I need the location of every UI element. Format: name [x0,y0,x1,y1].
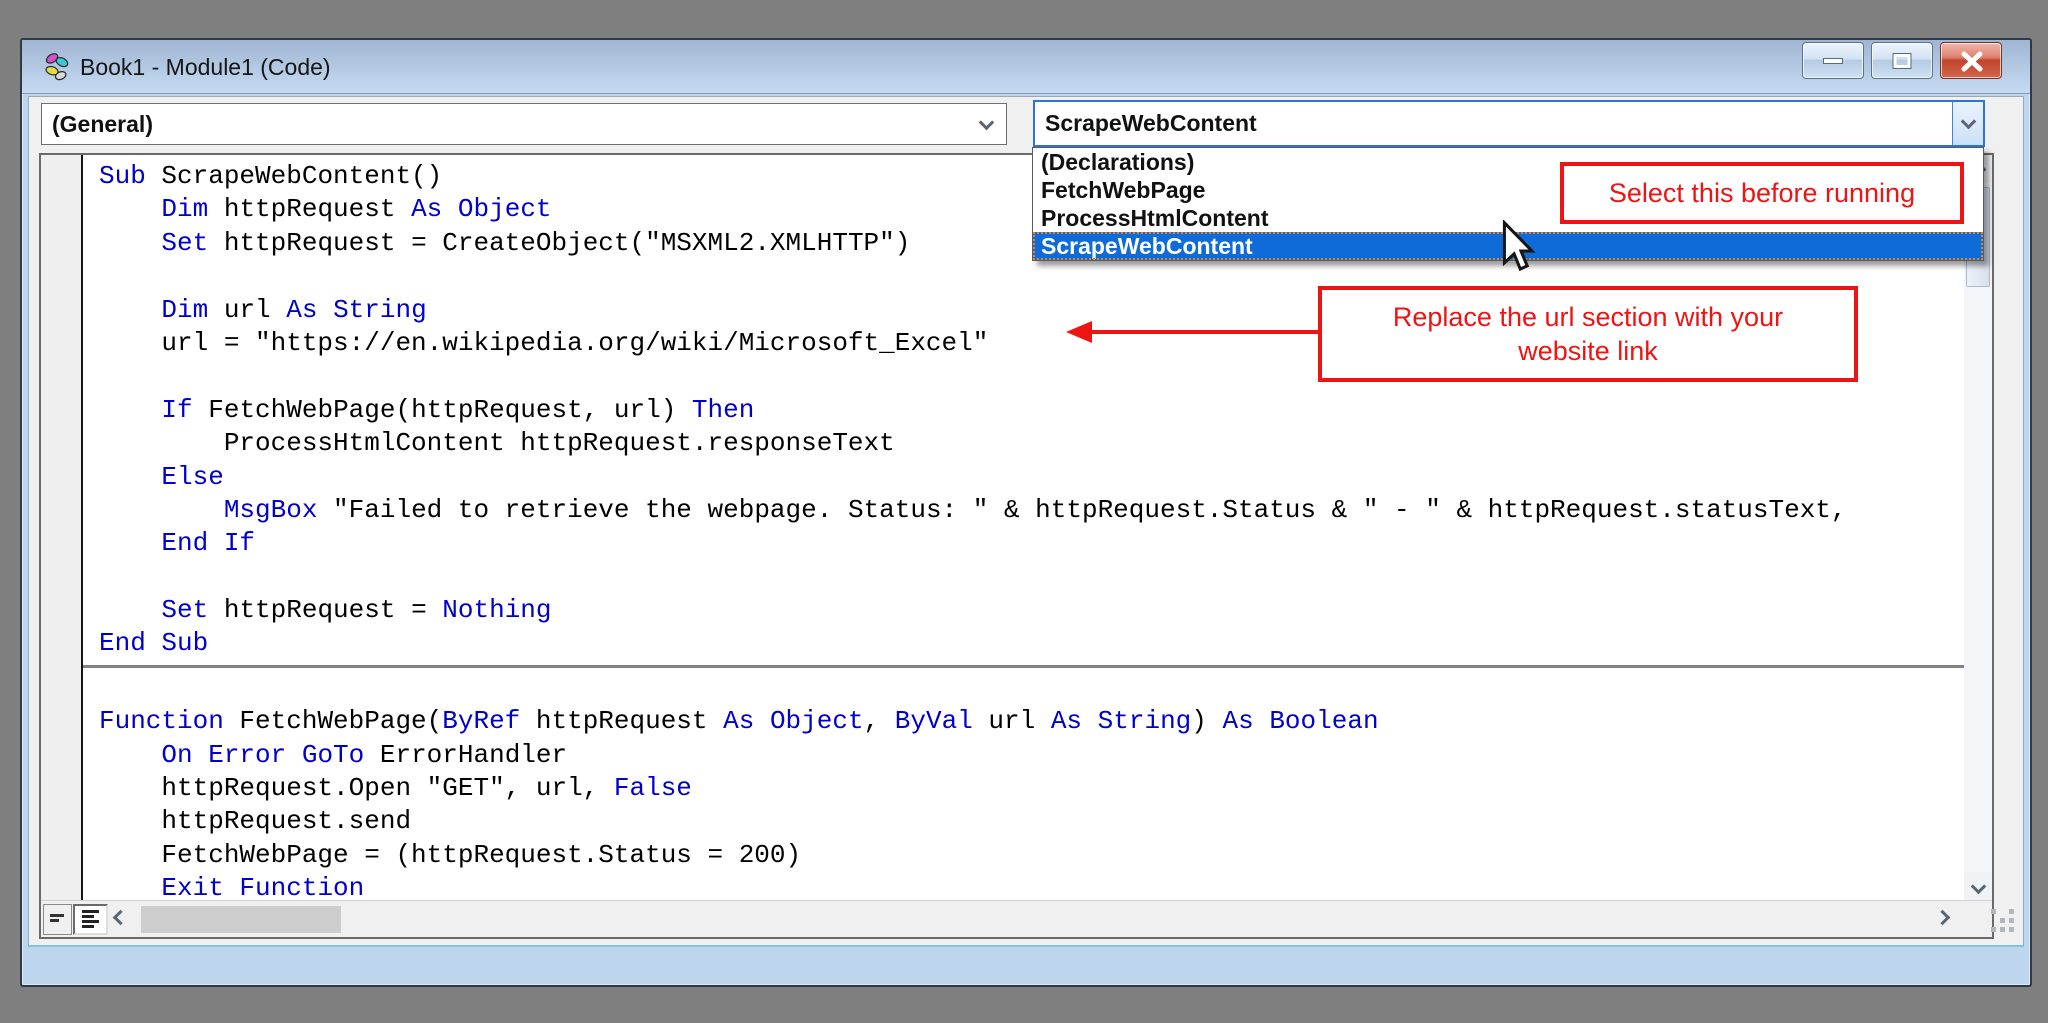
procedure-view-icon [49,910,67,930]
code-line: ProcessHtmlContent httpRequest.responseT… [99,427,1964,460]
code-line: FetchWebPage = (httpRequest.Status = 200… [99,839,1964,872]
chevron-down-icon [979,115,995,131]
code-line: End If [99,527,1964,560]
code-line: Function FetchWebPage(ByRef httpRequest … [99,705,1964,738]
procedure-separator [83,665,1964,668]
scroll-down-button[interactable] [1964,872,1992,900]
code-editor-panel: Sub ScrapeWebContent() Dim httpRequest A… [39,153,1994,939]
chevron-down-icon [1960,114,1976,130]
procedure-combo-value: ScrapeWebContent [1045,110,1257,136]
code-line: On Error GoTo ErrorHandler [99,739,1964,772]
chevron-down-icon [1970,878,1986,894]
close-button[interactable] [1940,42,2002,79]
vba-module-icon [42,51,72,88]
horizontal-scrollbar-thumb[interactable] [141,906,341,933]
mouse-cursor-icon [1500,220,1542,283]
restore-button[interactable] [1871,42,1933,79]
code-line: Else [99,461,1964,494]
annotation-arrow [1090,330,1320,334]
procedure-combo-dropdown-button[interactable] [1952,102,1983,145]
annotation-replace-text-line1: Replace the url section with your [1393,300,1783,334]
full-module-view-button[interactable] [73,904,108,935]
minimize-icon [1823,58,1843,64]
code-line: httpRequest.Open "GET", url, False [99,772,1964,805]
code-editor[interactable]: Sub ScrapeWebContent() Dim httpRequest A… [83,155,1964,900]
titlebar[interactable]: Book1 - Module1 (Code) [22,40,2030,94]
procedure-view-button[interactable] [43,904,72,935]
scroll-right-button[interactable] [1935,910,1951,926]
minimize-button[interactable] [1802,42,1864,79]
annotation-replace-text-line2: website link [1518,334,1658,368]
close-icon [1941,43,2003,80]
code-line [99,672,1964,705]
code-line: End Sub [99,627,1964,660]
object-combo-value: (General) [52,111,153,137]
desktop-background: Book1 - Module1 (Code) (General) ScrapeW… [0,0,2048,1023]
code-line: If FetchWebPage(httpRequest, url) Then [99,394,1964,427]
code-line: httpRequest.send [99,805,1964,838]
annotation-select-note: Select this before running [1560,162,1964,224]
code-line: MsgBox "Failed to retrieve the webpage. … [99,494,1964,527]
window-controls [1802,42,2002,79]
scroll-left-button[interactable] [113,910,129,926]
annotation-select-text: Select this before running [1609,176,1915,210]
full-module-view-icon [81,908,101,932]
window-title: Book1 - Module1 (Code) [80,40,331,94]
object-combo[interactable]: (General) [41,103,1007,145]
horizontal-scrollbar[interactable] [41,900,1992,937]
annotation-arrow-head [1066,321,1092,343]
margin-indicator-bar [41,155,81,900]
resize-grip[interactable] [1991,909,2017,935]
restore-icon [1894,54,1911,68]
code-line: Exit Function [99,872,1964,900]
code-line [99,561,1964,594]
procedure-combo[interactable]: ScrapeWebContent [1033,100,1985,147]
annotation-replace-note: Replace the url section with your websit… [1318,286,1858,382]
code-line: Set httpRequest = Nothing [99,594,1964,627]
vertical-scrollbar[interactable] [1964,155,1992,900]
